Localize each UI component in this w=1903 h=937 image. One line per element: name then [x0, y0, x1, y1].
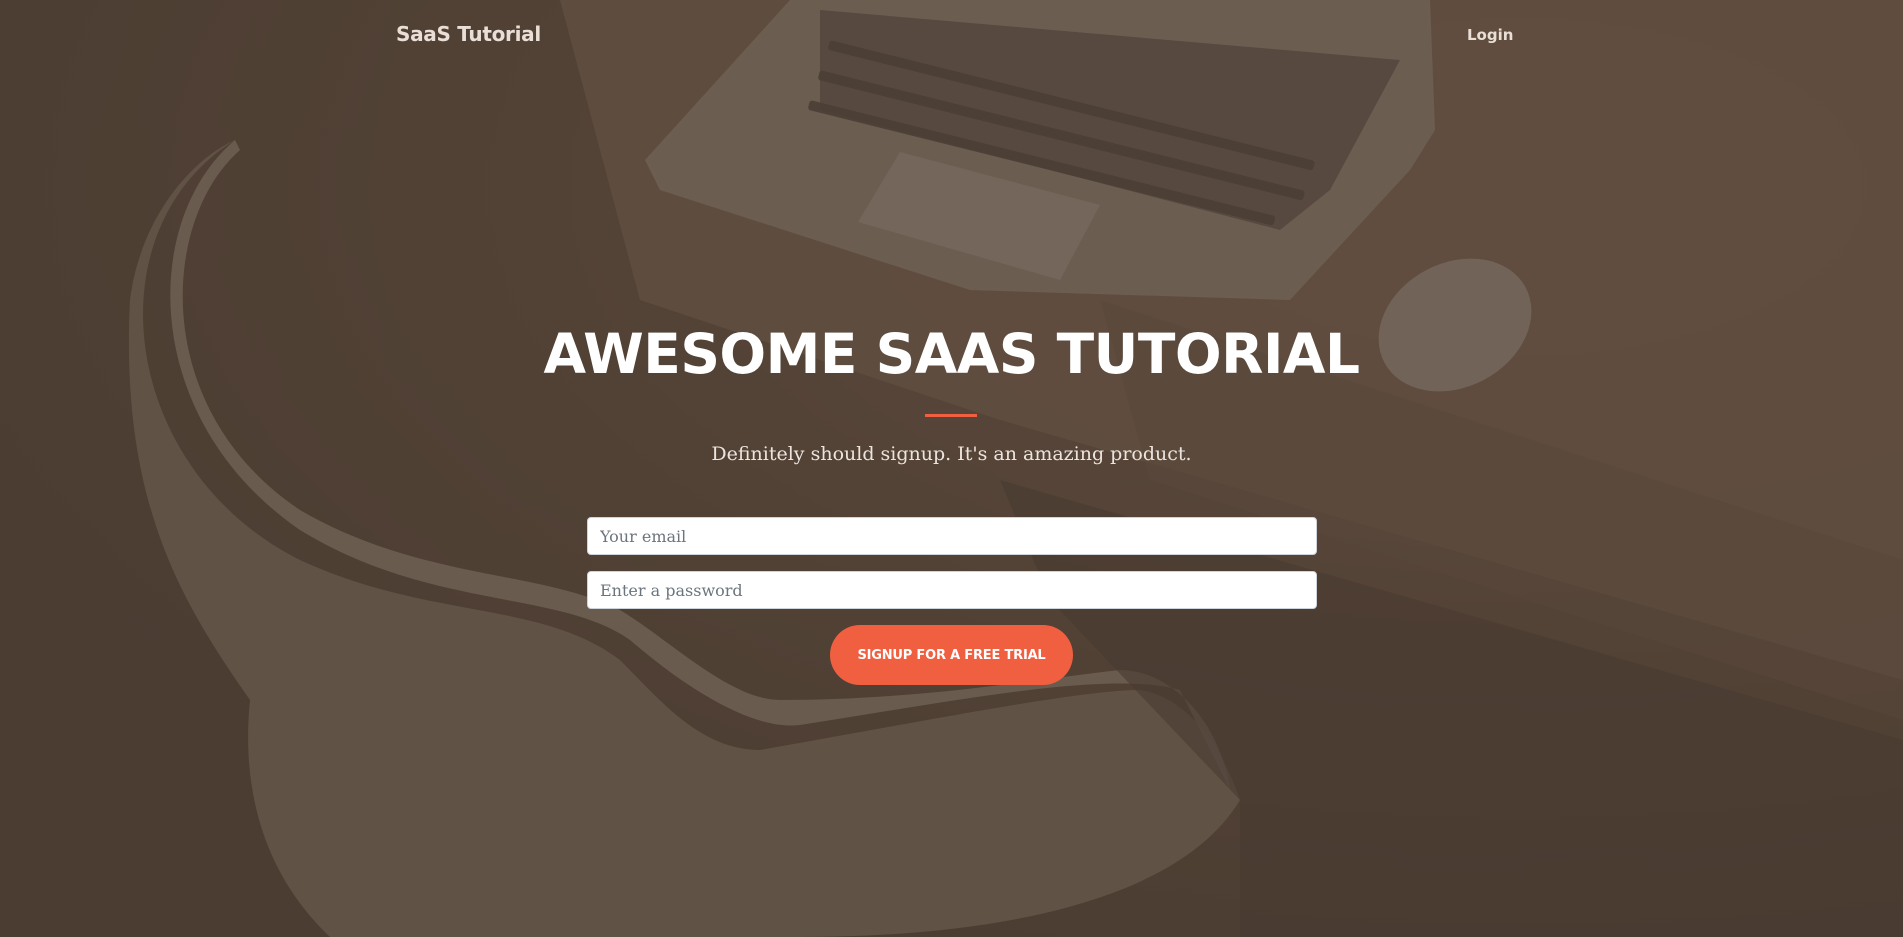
- nav-login-link[interactable]: Login: [1467, 26, 1513, 44]
- title-divider: [925, 414, 977, 417]
- hero-subtitle: Definitely should signup. It's an amazin…: [711, 443, 1192, 465]
- hero-section: AWESOME SAAS TUTORIAL Definitely should …: [0, 0, 1903, 937]
- brand-logo-link[interactable]: SaaS Tutorial: [396, 22, 541, 46]
- navbar: SaaS Tutorial Login: [0, 0, 1903, 70]
- email-input[interactable]: [587, 517, 1317, 555]
- signup-button[interactable]: SIGNUP FOR A FREE TRIAL: [830, 625, 1073, 685]
- password-input[interactable]: [587, 571, 1317, 609]
- hero-title: AWESOME SAAS TUTORIAL: [543, 322, 1360, 386]
